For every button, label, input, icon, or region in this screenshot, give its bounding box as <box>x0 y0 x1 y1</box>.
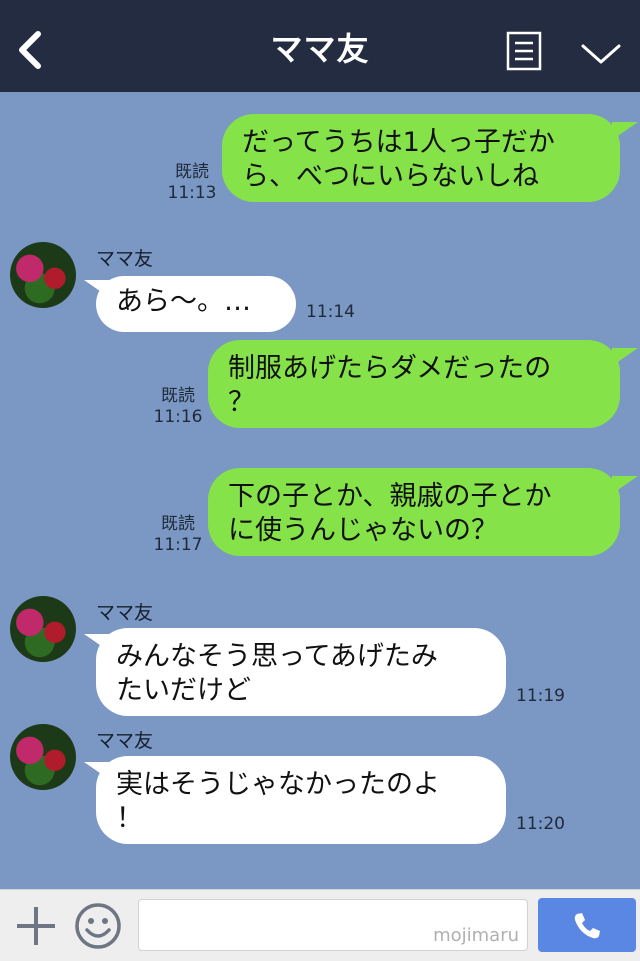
bubble-tail <box>612 476 638 494</box>
message-line: あら〜。… <box>116 286 251 317</box>
chat-area[interactable]: 既読 11:13 だってうちは1人っ子だか ら、べつにいらないしね ママ友 あら〜… <box>0 92 640 889</box>
collapse-chevron-down-icon[interactable] <box>580 42 622 66</box>
avatar-rose-icon[interactable] <box>10 724 76 790</box>
bubble-tail <box>612 348 638 366</box>
sender-name: ママ友 <box>96 248 154 270</box>
message-bubble[interactable]: だってうちは1人っ子だか ら、べつにいらないしね <box>222 114 620 202</box>
read-receipt: 既読 11:13 <box>167 162 217 203</box>
message-time: 11:14 <box>306 302 355 322</box>
message-bubble[interactable]: あら〜。… <box>96 276 296 332</box>
message-line: ！ <box>116 803 143 834</box>
bubble-tail <box>612 122 638 140</box>
avatar-rose-icon[interactable] <box>10 242 76 308</box>
watermark-text: mojimaru <box>433 925 519 946</box>
sender-name: ママ友 <box>96 730 154 752</box>
message-line: 実はそうじゃなかったのよ <box>116 769 440 800</box>
message-input[interactable]: mojimaru <box>138 899 528 951</box>
message-line: だってうちは1人っ子だか <box>242 127 555 158</box>
message-time: 11:20 <box>516 814 565 834</box>
message-bubble[interactable]: 実はそうじゃなかったのよ ！ <box>96 756 506 844</box>
message-time: 11:19 <box>516 686 565 706</box>
message-line: ら、べつにいらないしね <box>242 161 539 192</box>
message-line: たいだけど <box>116 675 251 706</box>
read-receipt: 既読 11:17 <box>153 514 203 555</box>
call-button[interactable] <box>538 898 636 952</box>
smile-icon[interactable] <box>74 902 122 950</box>
message-line: 下の子とか、親戚の子とか <box>228 481 552 512</box>
message-bubble[interactable]: 下の子とか、親戚の子とか に使うんじゃないの？ <box>208 468 620 556</box>
message-line: みんなそう思ってあげたみ <box>116 641 438 672</box>
phone-icon <box>574 913 600 939</box>
read-receipt: 既読 11:16 <box>153 386 203 427</box>
chat-title: ママ友 <box>270 30 370 68</box>
input-bar: mojimaru <box>0 889 640 961</box>
plus-icon[interactable] <box>14 904 58 948</box>
message-bubble[interactable]: みんなそう思ってあげたみ たいだけど <box>96 628 506 716</box>
avatar-rose-icon[interactable] <box>10 596 76 662</box>
sender-name: ママ友 <box>96 602 154 624</box>
message-bubble[interactable]: 制服あげたらダメだったの ？ <box>208 340 620 428</box>
message-line: 制服あげたらダメだったの <box>228 353 552 384</box>
chat-header: ママ友 <box>0 0 640 92</box>
message-line: ？ <box>228 387 255 418</box>
message-line: に使うんじゃないの？ <box>228 515 498 546</box>
menu-list-icon[interactable] <box>506 31 542 71</box>
